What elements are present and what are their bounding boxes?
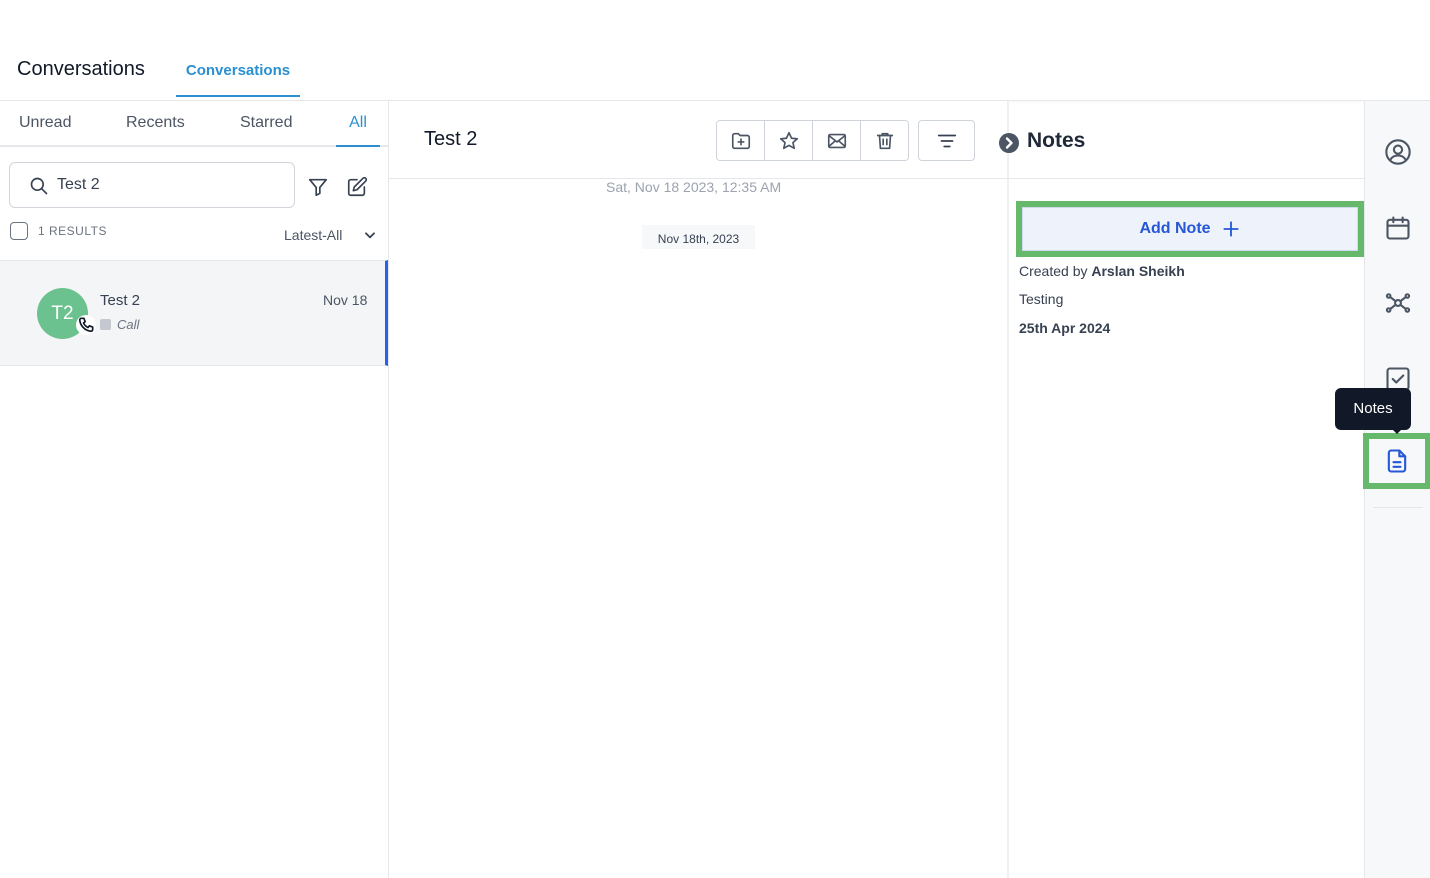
notes-tooltip: Notes <box>1335 388 1411 430</box>
trash-icon <box>876 132 893 149</box>
note-body: Testing <box>1019 291 1064 307</box>
mark-unread-button[interactable] <box>813 121 861 160</box>
conversation-name: Test 2 <box>100 292 141 309</box>
filter-icon[interactable] <box>307 176 329 198</box>
search-icon <box>30 177 48 195</box>
tab-unread[interactable]: Unread <box>19 114 71 147</box>
filter-tabs: Unread Recents Starred All <box>0 101 389 147</box>
results-count: 1 RESULTS <box>38 224 107 238</box>
top-header: Conversations Conversations <box>0 0 1430 101</box>
phone-icon <box>78 317 94 333</box>
notes-title: Notes <box>1027 129 1086 152</box>
list-item[interactable]: T2 Test 2 Nov 18 Call <box>0 260 388 366</box>
star-button[interactable] <box>765 121 813 160</box>
right-rail <box>1363 101 1430 878</box>
collapse-button[interactable] <box>999 133 1019 153</box>
conversation-panel: Test 2 Sat, Nov 18 2023, 12:35 AM Nov 18… <box>389 101 1364 878</box>
conversation-actions <box>716 120 909 161</box>
mail-icon <box>827 133 846 148</box>
sort-dropdown[interactable]: Latest-All <box>284 227 342 243</box>
notes-rail-button[interactable] <box>1369 439 1425 483</box>
add-note-highlight: Add Note <box>1016 201 1364 257</box>
note-author: Arslan Sheikh <box>1091 263 1185 279</box>
add-note-button[interactable]: Add Note <box>1022 207 1358 251</box>
star-icon <box>779 131 798 149</box>
search-input[interactable] <box>57 173 277 197</box>
notes-rail-highlight <box>1363 433 1430 489</box>
date-divider: Nov 18th, 2023 <box>642 225 755 249</box>
select-all-checkbox[interactable] <box>10 222 28 240</box>
tab-all[interactable]: All <box>336 114 380 147</box>
tooltip-arrow <box>1391 428 1403 434</box>
rail-divider <box>1373 507 1423 508</box>
calendar-icon[interactable] <box>1384 214 1412 242</box>
move-to-folder-button[interactable] <box>717 121 765 160</box>
tab-starred[interactable]: Starred <box>240 114 292 147</box>
search-box <box>9 162 295 208</box>
add-note-label: Add Note <box>1139 220 1211 237</box>
delete-button[interactable] <box>861 121 908 160</box>
user-circle-icon[interactable] <box>1384 138 1412 166</box>
compose-icon[interactable] <box>346 176 368 198</box>
chevron-down-icon[interactable] <box>363 228 377 242</box>
app-title: Conversations <box>17 58 145 80</box>
tab-conversations[interactable]: Conversations <box>176 50 300 97</box>
note-date: 25th Apr 2024 <box>1019 320 1111 336</box>
plus-icon <box>1222 221 1239 237</box>
call-type-icon <box>100 319 111 330</box>
note-meta: Created by Arslan Sheikh <box>1019 263 1185 279</box>
folder-plus-icon <box>731 132 750 149</box>
document-icon <box>1387 449 1407 473</box>
conversation-date: Nov 18 <box>323 292 368 308</box>
avatar-badge <box>76 315 96 335</box>
message-filter-button[interactable] <box>918 120 975 161</box>
network-icon[interactable] <box>1384 289 1412 317</box>
message-timestamp: Sat, Nov 18 2023, 12:35 AM <box>606 179 782 195</box>
chevron-right-icon <box>1005 137 1013 149</box>
tab-recents[interactable]: Recents <box>126 114 185 147</box>
filter-lines-icon <box>937 134 956 147</box>
conversation-type: Call <box>117 317 140 332</box>
conversation-list-panel: Unread Recents Starred All 1 RESULTS Lat… <box>0 101 389 878</box>
conversation-header: Test 2 <box>389 101 1364 179</box>
created-by-label: Created by <box>1019 263 1092 279</box>
conversation-title: Test 2 <box>424 128 478 150</box>
